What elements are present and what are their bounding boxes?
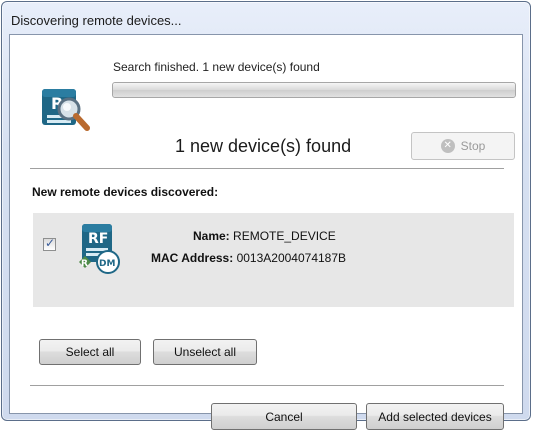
device-search-icon: R <box>42 89 90 131</box>
title-bar[interactable]: Discovering remote devices... <box>2 2 530 34</box>
discovery-progress-bar <box>112 82 516 98</box>
discovery-status-text: Search finished. 1 new device(s) found <box>113 60 320 74</box>
dialog-content: R Search finished. 1 new device(s) found… <box>9 34 523 430</box>
device-mac-address: MAC Address: 0013A2004074187B <box>151 251 346 265</box>
device-name-value: REMOTE_DEVICE <box>233 229 336 243</box>
stop-button[interactable]: ✕ Stop <box>411 132 515 160</box>
checkmark-icon: ✓ <box>45 236 56 250</box>
devices-found-summary: 1 new device(s) found <box>175 136 352 156</box>
window-title: Discovering remote devices... <box>11 13 182 28</box>
dialog-window: Discovering remote devices... R Search f… <box>1 1 531 430</box>
device-row[interactable]: ✓ RF R DM Name: REMOTE_DEVICE MAC Addres… <box>33 213 514 274</box>
select-all-button[interactable]: Select all <box>39 339 141 365</box>
stop-icon: ✕ <box>440 139 455 153</box>
device-mac-label: MAC Address: <box>151 251 234 265</box>
svg-text:DM: DM <box>99 259 115 269</box>
svg-text:RF: RF <box>88 231 108 247</box>
stop-button-label: Stop <box>460 139 486 153</box>
section-separator <box>30 168 504 170</box>
add-selected-devices-button[interactable]: Add selected devices <box>366 403 504 430</box>
remote-device-icon: RF R DM <box>79 224 120 274</box>
device-mac-value: 0013A2004074187B <box>236 251 347 265</box>
unselect-all-button[interactable]: Unselect all <box>153 339 257 365</box>
device-name: Name: REMOTE_DEVICE <box>193 229 336 243</box>
devices-section-heading: New remote devices discovered: <box>32 185 219 199</box>
footer-separator <box>30 385 504 387</box>
device-checkbox[interactable]: ✓ <box>43 236 56 251</box>
discovery-progress-fill <box>113 83 515 97</box>
cancel-button[interactable]: Cancel <box>211 403 357 430</box>
device-list: ✓ RF R DM Name: REMOTE_DEVICE MAC Addres… <box>33 213 514 307</box>
svg-text:R: R <box>81 259 88 269</box>
device-name-label: Name: <box>193 229 230 243</box>
